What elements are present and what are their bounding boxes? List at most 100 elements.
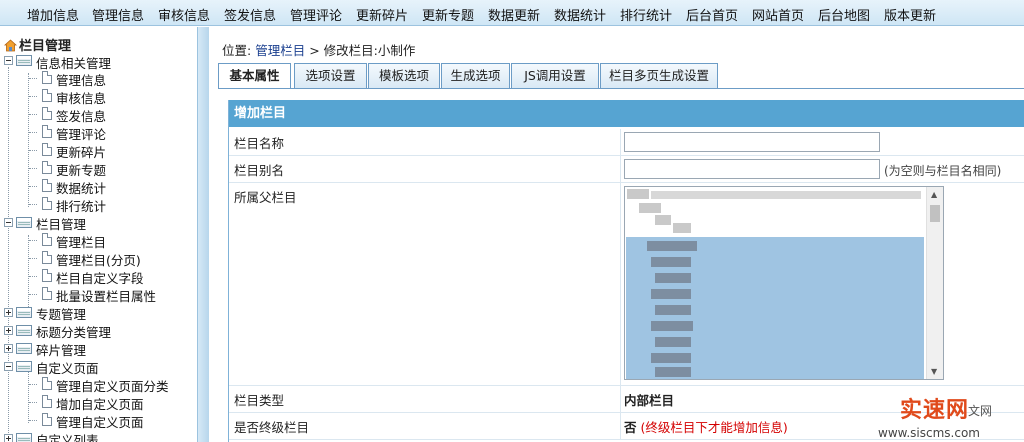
tree-connector (29, 384, 37, 385)
tree-group-custom-lists[interactable]: 自定义列表 (36, 430, 99, 442)
folder-open-icon (16, 361, 32, 372)
page-icon (42, 233, 52, 246)
tree-item-data-stats[interactable]: 数据统计 (56, 178, 106, 197)
tab-template-options[interactable]: 模板选项 (368, 63, 440, 88)
tree-connector (28, 235, 29, 315)
list-item[interactable] (651, 353, 691, 363)
panel-title: 增加栏目 (229, 100, 1024, 127)
tab-generate-options[interactable]: 生成选项 (441, 63, 510, 88)
list-item[interactable] (651, 289, 691, 299)
tab-option-settings[interactable]: 选项设置 (294, 63, 367, 88)
tree-connector (29, 186, 37, 187)
tree-item-column-custom-fields[interactable]: 栏目自定义字段 (56, 268, 144, 287)
tree-item-update-topics[interactable]: 更新专题 (56, 160, 106, 179)
scroll-down-icon[interactable]: ▼ (931, 367, 937, 376)
nav-version-update[interactable]: 版本更新 (884, 5, 936, 24)
tree-item-manage-custom-pages[interactable]: 管理自定义页面 (56, 412, 144, 431)
list-item[interactable] (651, 321, 693, 331)
tree-connector (29, 132, 37, 133)
list-item[interactable] (655, 305, 691, 315)
form-panel: 增加栏目 栏目名称 栏目别名 (为空则与栏目名相同) 所属父栏目 ▲ ▼ 栏目类… (228, 100, 1024, 442)
row-column-alias: 栏目别名 (为空则与栏目名相同) (229, 156, 1024, 183)
tree-item-manage-columns-paged[interactable]: 管理栏目(分页) (56, 250, 141, 269)
collapse-icon[interactable] (4, 218, 13, 227)
scroll-up-icon[interactable]: ▲ (931, 190, 937, 199)
nav-data-stats[interactable]: 数据统计 (554, 5, 606, 24)
tree-item-manage-info[interactable]: 管理信息 (56, 70, 106, 89)
nav-data-update[interactable]: 数据更新 (488, 5, 540, 24)
tree-item-custom-page-categories[interactable]: 管理自定义页面分类 (56, 376, 169, 395)
tree-item-add-custom-page[interactable]: 增加自定义页面 (56, 394, 144, 413)
folder-icon (16, 325, 32, 336)
list-item[interactable] (647, 241, 697, 251)
tree-item-sign-info[interactable]: 签发信息 (56, 106, 106, 125)
page-icon (42, 125, 52, 138)
folder-open-icon (16, 55, 32, 66)
scrollbar-thumb[interactable] (930, 205, 940, 222)
tree-item-review-info[interactable]: 审核信息 (56, 88, 106, 107)
list-item[interactable] (655, 215, 671, 225)
tree-group-custom-pages[interactable]: 自定义页面 (36, 358, 99, 377)
collapse-icon[interactable] (4, 362, 13, 371)
folder-icon (16, 343, 32, 354)
breadcrumb-link[interactable]: 管理栏目 (255, 43, 305, 58)
nav-update-topics[interactable]: 更新专题 (422, 5, 474, 24)
nav-admin-map[interactable]: 后台地图 (818, 5, 870, 24)
expand-icon[interactable] (4, 344, 13, 353)
column-name-input[interactable] (624, 132, 880, 152)
list-item[interactable] (655, 337, 691, 347)
top-navigation-bar: 增加信息 管理信息 审核信息 签发信息 管理评论 更新碎片 更新专题 数据更新 … (0, 0, 1024, 26)
page-icon (42, 377, 52, 390)
tree-connector (29, 294, 37, 295)
tree-group-title-categories[interactable]: 标题分类管理 (36, 322, 111, 341)
expand-icon[interactable] (4, 434, 13, 442)
tree-group-fragments[interactable]: 碎片管理 (36, 340, 86, 359)
tab-basic-attributes[interactable]: 基本属性 (218, 63, 291, 89)
nav-sign-info[interactable]: 签发信息 (224, 5, 276, 24)
tree-item-rank-stats[interactable]: 排行统计 (56, 196, 106, 215)
tab-js-call-settings[interactable]: JS调用设置 (511, 63, 599, 88)
list-item[interactable] (673, 223, 691, 233)
tree-connector (29, 240, 37, 241)
breadcrumb-rest: > 修改栏目:小制作 (309, 43, 416, 58)
row-parent-column: 所属父栏目 ▲ ▼ (229, 183, 1024, 386)
tree-connector (29, 114, 37, 115)
nav-add-info[interactable]: 增加信息 (27, 5, 79, 24)
list-item[interactable] (639, 203, 661, 213)
list-item[interactable] (651, 191, 921, 199)
parent-column-listbox[interactable]: ▲ ▼ (624, 186, 944, 380)
row-column-name: 栏目名称 (229, 129, 1024, 156)
nav-manage-comments[interactable]: 管理评论 (290, 5, 342, 24)
tree-group-columns[interactable]: 栏目管理 (36, 214, 86, 233)
expand-icon[interactable] (4, 308, 13, 317)
nav-rank-stats[interactable]: 排行统计 (620, 5, 672, 24)
nav-review-info[interactable]: 审核信息 (158, 5, 210, 24)
nav-site-home[interactable]: 网站首页 (752, 5, 804, 24)
tree-item-batch-column-attrs[interactable]: 批量设置栏目属性 (56, 286, 156, 305)
tree-item-manage-columns[interactable]: 管理栏目 (56, 232, 106, 251)
list-item[interactable] (627, 189, 649, 199)
tree-connector (29, 78, 37, 79)
collapse-icon[interactable] (4, 56, 13, 65)
tree-connector (8, 67, 9, 435)
list-item[interactable] (655, 367, 691, 377)
page-icon (42, 107, 52, 120)
tree-connector (29, 96, 37, 97)
listbox-scrollbar[interactable]: ▲ ▼ (926, 187, 943, 379)
nav-update-fragments[interactable]: 更新碎片 (356, 5, 408, 24)
tree-item-update-fragments[interactable]: 更新碎片 (56, 142, 106, 161)
list-item[interactable] (655, 273, 691, 283)
expand-icon[interactable] (4, 326, 13, 335)
tree-item-manage-comments[interactable]: 管理评论 (56, 124, 106, 143)
page-icon (42, 413, 52, 426)
watermark-title: 实速网 (900, 398, 970, 423)
tree-group-topics[interactable]: 专题管理 (36, 304, 86, 323)
tab-multipage-generate[interactable]: 栏目多页生成设置 (600, 63, 718, 88)
nav-manage-info[interactable]: 管理信息 (92, 5, 144, 24)
column-alias-input[interactable] (624, 159, 880, 179)
tree-root-label: 栏目管理 (19, 39, 72, 54)
tree-root[interactable]: 栏目管理 (4, 35, 71, 54)
frame-divider[interactable] (197, 27, 209, 442)
list-item[interactable] (651, 257, 691, 267)
nav-admin-home[interactable]: 后台首页 (686, 5, 738, 24)
